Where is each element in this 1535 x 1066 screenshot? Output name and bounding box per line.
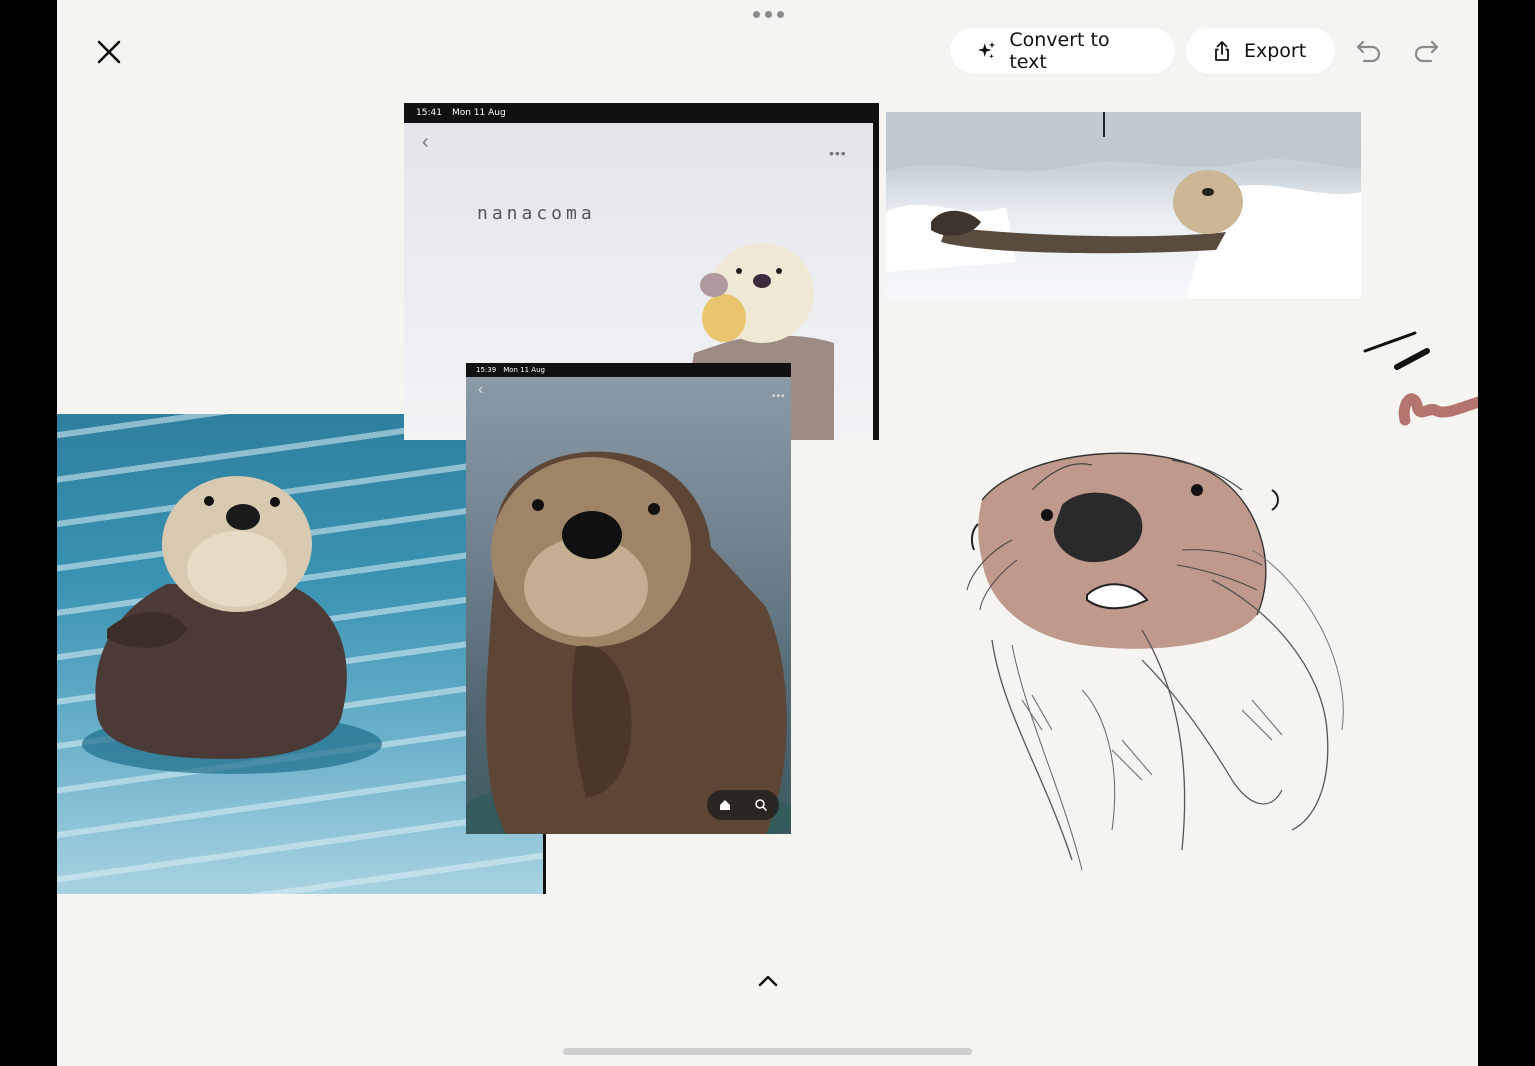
otter-ice-figure [886,112,1361,299]
share-icon [1215,41,1229,61]
export-button[interactable]: Export [1186,28,1335,74]
screenshot-content: ‹ ••• [466,377,791,834]
status-bar: 15:39 Mon 11 Aug [466,363,791,377]
brand-text: nanacoma [477,203,596,224]
export-label: Export [1244,40,1307,62]
otter-sketch[interactable] [912,430,1372,880]
search-icon[interactable] [754,798,768,812]
canvas[interactable]: Convert to text Export 15:41 Mon 11 Aug … [57,0,1478,1066]
otter-ice-photo[interactable] [886,112,1361,299]
status-bar: 15:41 Mon 11 Aug [404,103,879,123]
redo-icon[interactable] [1411,36,1441,66]
more-dots-icon[interactable] [753,11,784,18]
scribble-marks [1363,331,1478,426]
home-indicator[interactable] [563,1048,972,1055]
home-icon[interactable] [718,798,732,812]
status-time: 15:41 [416,108,442,118]
sparkle-icon [977,41,996,59]
convert-to-text-label: Convert to text [1009,29,1110,73]
more-dots-icon: ••• [829,145,847,161]
screenshot-otter[interactable]: 15:39 Mon 11 Aug ‹ ••• [466,363,791,834]
status-date: Mon 11 Aug [451,108,506,118]
status-date: Mon 11 Aug [503,366,545,374]
otter-face-figure [466,451,791,834]
convert-to-text-button[interactable]: Convert to text [950,28,1175,74]
close-icon[interactable] [93,36,125,68]
tab-bar [707,790,779,820]
chevron-up-icon[interactable] [757,970,779,992]
back-chevron-icon: ‹ [422,131,429,153]
status-time: 15:39 [476,366,497,374]
undo-icon[interactable] [1354,36,1384,66]
